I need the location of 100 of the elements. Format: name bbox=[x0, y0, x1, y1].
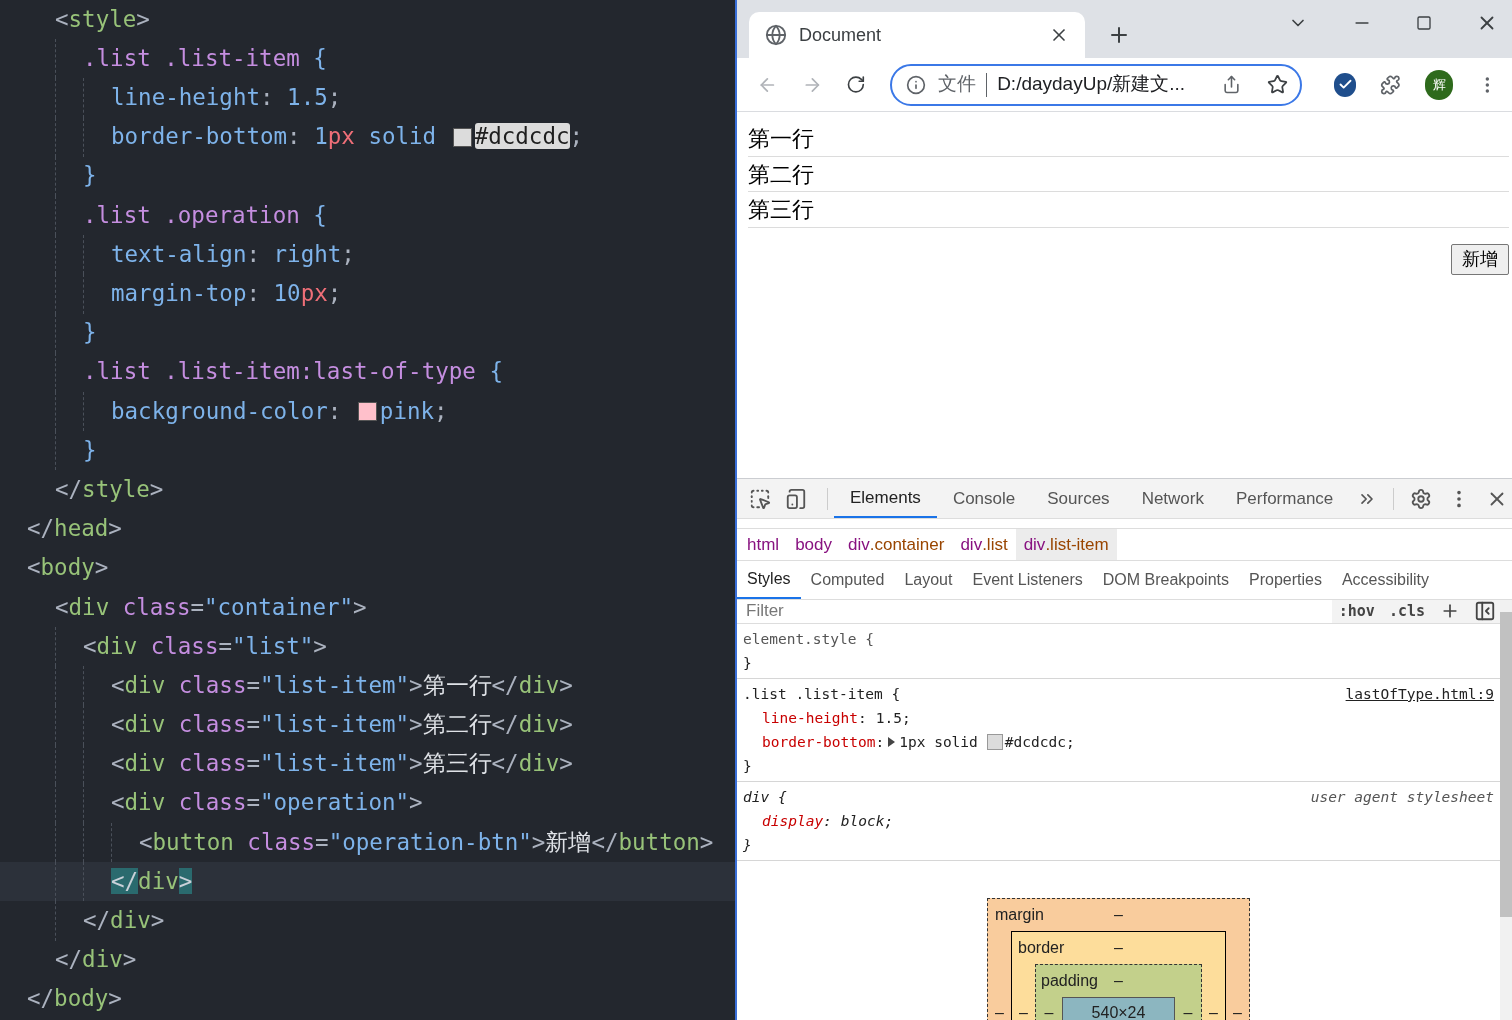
source-link[interactable]: lastOfType.html:9 bbox=[1345, 681, 1494, 706]
globe-icon bbox=[765, 24, 787, 46]
filter-toggle[interactable]: :hov bbox=[1331, 600, 1382, 623]
code-text: <button class="operation-btn">新增</button> bbox=[139, 827, 714, 857]
box-value: – bbox=[1114, 937, 1123, 958]
code-text: pink; bbox=[379, 396, 448, 426]
styles-subtab[interactable]: Event Listeners bbox=[962, 561, 1093, 599]
closing-brace: } bbox=[743, 653, 752, 673]
rule-selector: element.style { bbox=[743, 629, 874, 649]
browser-tab[interactable]: Document bbox=[749, 12, 1085, 58]
devtools-tab[interactable]: Performance bbox=[1220, 479, 1350, 518]
breadcrumb-item[interactable]: div.list-item bbox=[1015, 529, 1117, 560]
code-text: text-align: right; bbox=[111, 239, 355, 269]
code-text: line-height: 1.5; bbox=[111, 83, 342, 113]
breadcrumb-item[interactable]: html bbox=[739, 529, 788, 560]
code-text: <div class="container"> bbox=[55, 592, 367, 622]
closing-brace: } bbox=[743, 835, 752, 855]
scrollbar[interactable] bbox=[1500, 600, 1512, 1020]
devtools-tab[interactable]: Console bbox=[936, 479, 1032, 518]
code-text: .list .list-item { bbox=[83, 43, 327, 73]
reload-icon[interactable] bbox=[846, 74, 867, 95]
code-text: .list .list-item:last-of-type { bbox=[83, 357, 503, 387]
code-text: } bbox=[83, 161, 97, 191]
breadcrumb-item[interactable]: div.list bbox=[952, 529, 1016, 560]
code-text: background-color: bbox=[111, 396, 343, 426]
source-label: user agent stylesheet bbox=[1310, 787, 1494, 807]
code-text: </div> bbox=[111, 866, 193, 896]
styles-subtab[interactable]: DOM Breakpoints bbox=[1092, 561, 1239, 599]
box-value: – bbox=[1208, 1002, 1219, 1020]
devtools-tab[interactable]: Sources bbox=[1031, 479, 1126, 518]
device-toggle-icon[interactable] bbox=[785, 487, 807, 510]
breadcrumb-item[interactable]: body bbox=[787, 529, 840, 560]
info-icon[interactable] bbox=[906, 74, 927, 95]
list-item: 第一行 bbox=[748, 121, 1509, 157]
color-swatch-icon[interactable] bbox=[987, 734, 1002, 749]
list-item: 第二行 bbox=[748, 156, 1509, 192]
inspect-icon[interactable] bbox=[749, 487, 771, 510]
code-text: .list .operation { bbox=[83, 200, 327, 230]
box-value: – bbox=[1114, 970, 1123, 991]
settings-icon[interactable] bbox=[1410, 487, 1433, 510]
box-value: – bbox=[1182, 1002, 1194, 1020]
css-value: 1px solid bbox=[899, 732, 978, 752]
code-text: </style> bbox=[55, 474, 164, 504]
tab-title: Document bbox=[799, 23, 883, 47]
code-text: } bbox=[83, 435, 97, 465]
code-text: margin-top: 10px; bbox=[111, 279, 342, 309]
code-text: border-bottom: 1px solid bbox=[111, 122, 438, 152]
closing-brace: } bbox=[743, 756, 752, 776]
rule-selector: div { bbox=[743, 787, 787, 807]
code-text: </head> bbox=[27, 514, 122, 544]
color-swatch-icon[interactable] bbox=[452, 127, 472, 147]
maximize-icon[interactable] bbox=[1416, 15, 1432, 31]
filter-input[interactable]: Filter bbox=[737, 600, 1332, 623]
box-value: – bbox=[994, 1002, 1005, 1020]
styles-subtab[interactable]: Layout bbox=[894, 561, 963, 599]
color-swatch-icon[interactable] bbox=[357, 401, 377, 421]
add-button[interactable]: 新增 bbox=[1451, 243, 1509, 275]
colon: : bbox=[823, 811, 832, 831]
breadcrumb-item[interactable]: div.container bbox=[840, 529, 953, 560]
star-icon[interactable] bbox=[1266, 74, 1288, 95]
devtools-tab[interactable]: Network bbox=[1125, 479, 1220, 518]
css-property: display bbox=[762, 811, 824, 831]
styles-subtab[interactable]: Accessibility bbox=[1331, 561, 1440, 599]
address-bar[interactable]: 文件 D:/daydayUp/新建文... bbox=[890, 63, 1302, 106]
puzzle-icon[interactable] bbox=[1380, 73, 1402, 96]
css-property: line-height bbox=[762, 708, 859, 728]
box-label: padding bbox=[1040, 970, 1098, 991]
code-text: <div class="list"> bbox=[83, 631, 327, 661]
css-value: 1.5; bbox=[875, 708, 911, 728]
profile-avatar[interactable]: 辉 bbox=[1425, 69, 1454, 100]
code-text: <div class="list-item">第一行</div> bbox=[111, 670, 573, 700]
devtools-tab[interactable]: Elements bbox=[834, 479, 937, 518]
box-label: border bbox=[1017, 937, 1065, 958]
security-label: 文件 bbox=[938, 72, 977, 97]
code-text: </div> bbox=[55, 945, 137, 975]
code-text: </div> bbox=[83, 906, 165, 936]
url-text: D:/daydayUp/新建文... bbox=[997, 72, 1187, 97]
share-icon[interactable] bbox=[1221, 75, 1241, 94]
box-value: – bbox=[1114, 904, 1123, 925]
box-value: – bbox=[1232, 1002, 1243, 1020]
expand-triangle-icon[interactable] bbox=[888, 736, 896, 747]
content-box: 540×24 bbox=[1062, 996, 1175, 1020]
css-value: block; bbox=[840, 811, 894, 831]
code-text: </body> bbox=[27, 984, 122, 1014]
code-text: <body> bbox=[27, 553, 109, 583]
colon: : bbox=[858, 708, 867, 728]
check-extension-icon[interactable] bbox=[1333, 72, 1357, 97]
code-text: <div class="list-item">第三行</div> bbox=[111, 749, 573, 779]
box-label: margin bbox=[994, 904, 1044, 925]
sidebar-toggle-icon[interactable] bbox=[1474, 600, 1496, 623]
styles-subtab[interactable]: Computed bbox=[800, 561, 895, 599]
code-text: <div class="operation"> bbox=[111, 788, 423, 818]
css-property: border-bottom bbox=[762, 732, 876, 752]
css-value: #dcdcdc; bbox=[1004, 732, 1075, 752]
box-value: – bbox=[1043, 1002, 1055, 1020]
box-value: – bbox=[1018, 1002, 1029, 1020]
code-text: <style> bbox=[55, 4, 150, 34]
filter-toggle[interactable]: .cls bbox=[1381, 600, 1432, 623]
rule-selector: .list .list-item { bbox=[743, 684, 901, 704]
styles-subtab[interactable]: Properties bbox=[1239, 561, 1332, 599]
